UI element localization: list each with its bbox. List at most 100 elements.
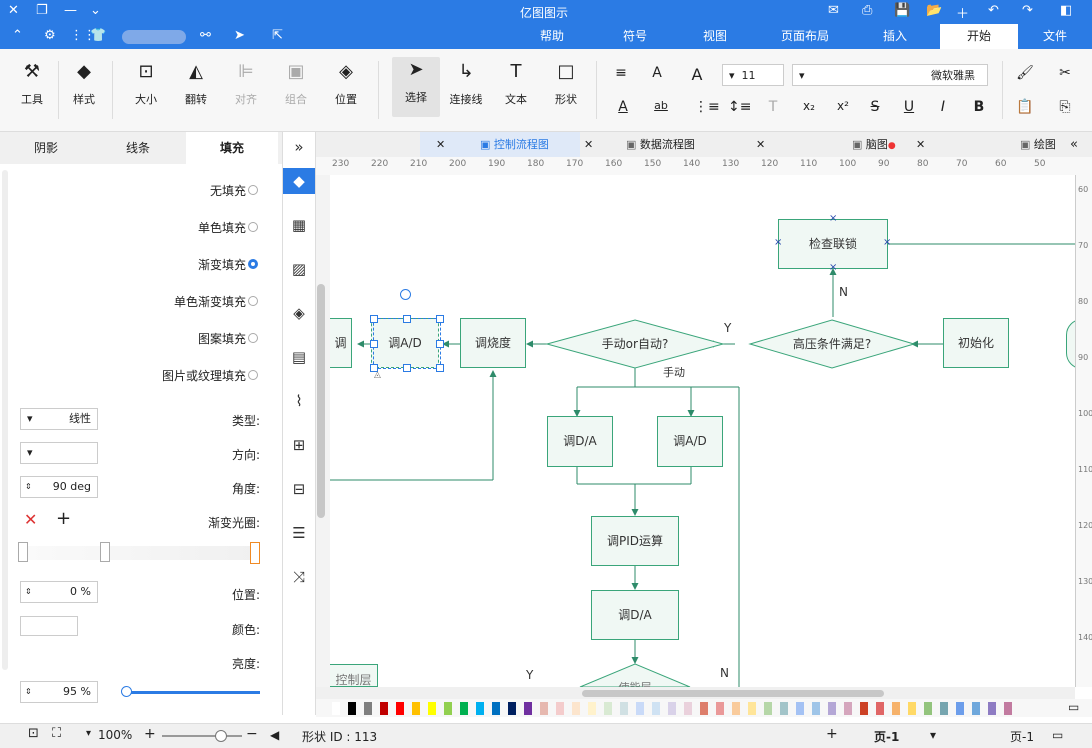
library-icon[interactable]: ⊟ (283, 476, 315, 502)
direction-select[interactable]: ▾ (20, 442, 98, 464)
color-swatch[interactable] (972, 702, 980, 715)
chevron-left-icon[interactable]: « (1070, 132, 1078, 157)
fill-option-solid[interactable]: 单色填充 (150, 219, 270, 237)
shirt-icon[interactable]: 👕 (90, 28, 106, 43)
color-swatch[interactable] (556, 702, 564, 715)
resize-handle[interactable] (403, 315, 411, 323)
close-tab-icon[interactable]: ✕ (916, 132, 925, 157)
line-spacing-icon[interactable]: ↕≡ (728, 99, 751, 115)
size-button[interactable]: ⊡ 大小 (126, 59, 166, 107)
zoom-out-icon[interactable]: + (144, 726, 156, 742)
chevron-up-icon[interactable]: ⌃ (12, 28, 23, 43)
color-swatch[interactable] (860, 702, 868, 715)
strike-button[interactable]: S (866, 99, 884, 115)
zoom-in-icon[interactable]: − (246, 726, 258, 742)
color-swatch[interactable] (508, 702, 516, 715)
node-initialize[interactable]: 初始化 (943, 318, 1009, 368)
color-swatch[interactable] (732, 702, 740, 715)
gradient-bar[interactable] (22, 546, 260, 560)
color-swatch[interactable] (524, 702, 532, 715)
shuffle-icon[interactable]: ⤨ (283, 564, 315, 590)
list-icon[interactable]: ⋮≡ (694, 99, 720, 115)
color-swatch[interactable] (892, 702, 900, 715)
menu-help[interactable]: 帮助 (527, 24, 577, 49)
color-swatch[interactable] (652, 702, 660, 715)
brightness-slider-thumb[interactable] (121, 686, 132, 697)
menu-symbol[interactable]: 符号 (610, 24, 660, 49)
bold-button[interactable]: B (970, 99, 988, 115)
flip-button[interactable]: ◭ 翻转 (176, 59, 216, 107)
page-name[interactable]: 页-1 (1010, 728, 1034, 745)
anchor-x-icon[interactable]: × (883, 237, 891, 248)
redo-icon[interactable]: ↷ (1022, 3, 1033, 18)
color-swatch[interactable] (364, 702, 372, 715)
underline-button[interactable]: U (900, 99, 918, 115)
zoom-slider[interactable] (162, 735, 242, 737)
anchor-x-icon[interactable]: × (774, 237, 782, 248)
add-stop-icon[interactable]: + (56, 508, 71, 529)
export-icon[interactable]: ⇱ (272, 28, 283, 43)
maximize-icon[interactable]: ❐ (36, 3, 48, 18)
tab-shadow[interactable]: 阴影 (0, 132, 92, 164)
color-swatch[interactable] (700, 702, 708, 715)
shape-button[interactable]: □ 形状 (546, 59, 586, 107)
palette-menu-icon[interactable]: ▭ (1068, 700, 1079, 714)
fill-icon[interactable]: ◆ (283, 168, 315, 194)
color-swatch[interactable] (588, 702, 596, 715)
color-swatch[interactable] (780, 702, 788, 715)
connector-button[interactable]: ↳ 连接线 (446, 59, 486, 107)
fullscreen-icon[interactable]: ⛶ (52, 726, 61, 741)
node-tune-gas[interactable]: 调烧度 (460, 318, 526, 368)
help-icon[interactable]: ✉ (828, 3, 839, 18)
color-swatch[interactable] (1004, 702, 1012, 715)
drawing-canvas[interactable]: 检查联锁 × × × × 初始化 高压条件满足? 手动or自动? 调烧度 调A/… (316, 175, 1075, 687)
horizontal-scrollbar[interactable] (316, 687, 1075, 699)
color-swatch[interactable] (844, 702, 852, 715)
node-tune-da2[interactable]: 调D/A (591, 590, 679, 640)
page-tab[interactable]: 页-1 (874, 728, 899, 745)
brightness-slider[interactable] (122, 691, 260, 694)
resize-handle[interactable] (403, 364, 411, 372)
anchor-x-icon[interactable]: × (829, 213, 837, 224)
color-swatch[interactable] (812, 702, 820, 715)
color-swatch[interactable] (748, 702, 756, 715)
color-swatch[interactable] (828, 702, 836, 715)
gradient-stop-handle[interactable] (100, 542, 110, 562)
resize-handle[interactable] (436, 315, 444, 323)
tools-button[interactable]: ⚒ 工具 (12, 59, 52, 107)
vertical-scrollbar[interactable] (317, 284, 325, 518)
color-swatch[interactable] (476, 702, 484, 715)
save-icon[interactable]: 💾 (894, 3, 910, 18)
page-view-icon[interactable]: ▭ (1052, 728, 1063, 742)
subscript-button[interactable]: x₂ (800, 99, 818, 113)
shrink-font-icon[interactable]: A (648, 65, 666, 81)
select-button[interactable]: ➤ 选择 (392, 57, 440, 117)
grow-font-icon[interactable]: A (688, 65, 706, 84)
panel-scrollbar[interactable] (2, 170, 8, 670)
tab-fill[interactable]: 填充 (186, 132, 278, 164)
minimize-icon[interactable]: — (64, 3, 77, 18)
chart-icon[interactable]: ⌇ (283, 388, 315, 414)
color-swatch[interactable] (460, 702, 468, 715)
tab-data-flow[interactable]: ▣ 数据流程图 (626, 132, 736, 157)
page-icon[interactable]: ▤ (283, 344, 315, 370)
fill-option-mono-gradient[interactable]: 单色渐变填充 (150, 293, 270, 311)
align-button[interactable]: ⊫ 对齐 (226, 59, 266, 107)
close-tab-icon[interactable]: ✕ (584, 132, 593, 157)
superscript-button[interactable]: x² (834, 99, 852, 113)
color-swatch[interactable] (668, 702, 676, 715)
node-partial-left[interactable]: 调 (330, 318, 352, 368)
scrollbar-thumb[interactable] (582, 690, 884, 697)
color-swatch[interactable] (796, 702, 804, 715)
color-swatch[interactable] (492, 702, 500, 715)
style-button[interactable]: ◆ 样式 (64, 59, 104, 107)
image-icon[interactable]: ▨ (283, 256, 315, 282)
tab-drawing1[interactable]: ▣ 绘图1● (1020, 132, 1070, 176)
color-swatch[interactable] (684, 702, 692, 715)
color-swatch[interactable] (940, 702, 948, 715)
color-swatch[interactable] (572, 702, 580, 715)
settings-icon[interactable]: ⚙ (44, 28, 56, 43)
color-swatch[interactable] (604, 702, 612, 715)
gradient-stop-handle-selected[interactable] (250, 542, 260, 564)
angle-stepper[interactable]: ⇕ 90 deg (20, 476, 98, 498)
